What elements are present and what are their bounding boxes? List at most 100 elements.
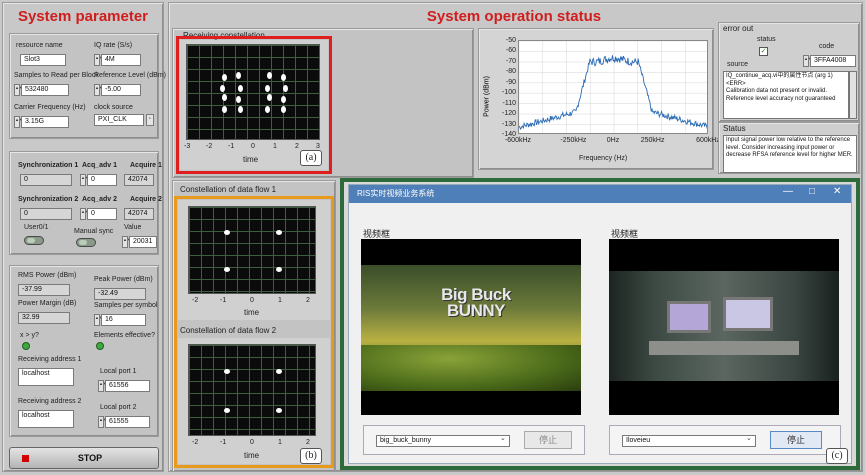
clock-select[interactable]: PXI_CLK <box>94 114 144 126</box>
acq-adv1-field[interactable]: 0 <box>87 174 117 186</box>
acq-adv1-spin[interactable]: ▲▼ <box>80 174 89 186</box>
receiving-address-1-field[interactable]: localhost <box>18 368 74 386</box>
error-code-spin[interactable]: ▲▼ <box>803 55 812 67</box>
constellation-point <box>267 71 273 79</box>
window-maximize-icon[interactable]: □ <box>809 186 815 197</box>
iq-rate-field[interactable]: 4M <box>101 54 141 66</box>
x-gt-y-label: x > y? <box>20 332 39 339</box>
status-title: Status <box>723 124 746 133</box>
constellation-point <box>280 73 286 81</box>
power-margin-label: Power Margin (dB) <box>18 300 77 307</box>
flow1-constellation-points <box>189 207 315 293</box>
flow1-plot <box>188 206 316 294</box>
flow1-title: Constellation of data flow 1 <box>180 185 277 194</box>
receiving-address-1-label: Receiving address 1 <box>18 356 82 363</box>
video-window-title: RIS实时视频业务系统 <box>357 189 435 198</box>
error-status-label: status <box>757 36 776 43</box>
samples-spin[interactable]: ▲▼ <box>14 84 23 96</box>
local-port-1-field[interactable]: 61556 <box>105 380 150 392</box>
value-label: Value <box>124 224 142 231</box>
caption-c: (c) <box>826 448 848 464</box>
video-select-2-chevron-icon[interactable]: ⌄ <box>746 434 752 442</box>
video-select-1-chevron-icon[interactable]: ⌄ <box>500 434 506 442</box>
constellation-point <box>267 94 273 102</box>
spectrum-trace <box>519 55 707 131</box>
error-source-label: source <box>727 61 749 68</box>
iq-rate-spin[interactable]: ▲▼ <box>94 54 103 66</box>
stop-label: STOP <box>77 453 103 463</box>
manual-sync-label: Manual sync <box>74 228 114 235</box>
spectrum-x-tick: 250kHz <box>640 137 665 144</box>
port1-spin[interactable]: ▲▼ <box>98 380 107 392</box>
carrier-field[interactable]: 3.15G <box>21 116 69 128</box>
stop-indicator-icon <box>22 455 29 462</box>
bunny-scene-grass <box>361 345 581 391</box>
flow1-x-tick-1: -1 <box>220 297 227 304</box>
video-stop-button-1[interactable]: 停止 <box>524 431 572 449</box>
sync1-value: 0 <box>20 174 72 186</box>
system-parameter-panel: System parameter resource name Slot3 IQ … <box>2 2 166 472</box>
receiving-address-2-label: Receiving address 2 <box>18 398 82 405</box>
local-port-2-field[interactable]: 61555 <box>105 416 150 428</box>
manual-sync-toggle[interactable] <box>76 238 96 247</box>
samples-field[interactable]: 532480 <box>21 84 69 96</box>
peak-power-label: Peak Power (dBm) <box>94 276 153 283</box>
bunny-scene: Big Buck BUNNY <box>361 265 581 391</box>
receiving-address-2-field[interactable]: localhost <box>18 410 74 428</box>
port2-spin[interactable]: ▲▼ <box>98 416 107 428</box>
bunny-title-logo: Big Buck BUNNY <box>441 285 511 320</box>
rms-power-label: RMS Power (dBm) <box>18 272 77 279</box>
acq-adv2-spin[interactable]: ▲▼ <box>80 208 89 220</box>
ref-level-field[interactable]: -5.00 <box>101 84 141 96</box>
constellation-point <box>280 95 286 103</box>
stop-button[interactable]: STOP <box>9 447 159 469</box>
constellation-point <box>222 105 228 113</box>
samples-per-symbol-field[interactable]: 16 <box>101 314 146 326</box>
clock-dropdown-icon[interactable]: ▫ <box>146 114 154 126</box>
sps-spin[interactable]: ▲▼ <box>94 314 103 326</box>
spectrum-x-tick: -600kHz <box>504 137 532 144</box>
video-controls-2: Iloveieu ⌄ 停止 <box>609 425 841 455</box>
constellation-point <box>275 267 282 273</box>
user-label: User0/1 <box>24 224 49 231</box>
resource-name-label: resource name <box>16 42 63 49</box>
error-source-text: IQ_continue_acq.vi中的属性节点 (arg 1) <ERR> C… <box>723 71 849 119</box>
error-source-scrollbar[interactable] <box>849 71 857 119</box>
acq-adv2-field[interactable]: 0 <box>87 208 117 220</box>
power-network-group: RMS Power (dBm) -37.99 Peak Power (dBm) … <box>9 265 159 437</box>
value-field[interactable]: 20031 <box>129 236 157 248</box>
constellation-point <box>238 105 244 113</box>
rx-x-tick-4: 1 <box>273 143 277 150</box>
spectrum-y-tick: -50 <box>505 37 516 44</box>
status-text: Input signal power low relative to the r… <box>723 135 857 173</box>
constellation-point <box>280 105 286 113</box>
flow2-constellation-points <box>189 345 315 435</box>
ref-level-spin[interactable]: ▲▼ <box>94 84 103 96</box>
spectrum-xlabel: Frequency (Hz) <box>579 155 628 162</box>
error-status-checkbox[interactable]: ✓ <box>759 47 768 56</box>
rx-x-tick-6: 3 <box>316 143 320 150</box>
window-minimize-icon[interactable]: — <box>783 186 793 197</box>
peak-power-value: -32.49 <box>94 288 146 300</box>
monitor-left <box>667 301 711 333</box>
rms-power-value: -37.99 <box>18 284 70 296</box>
rx-x-tick-0: -3 <box>184 143 191 150</box>
carrier-spin[interactable]: ▲▼ <box>14 116 23 128</box>
local-port-1-label: Local port 1 <box>100 368 137 375</box>
rx-constellation-plot <box>186 44 320 140</box>
system-parameter-title: System parameter <box>17 8 149 25</box>
constellation-point <box>220 84 226 92</box>
iq-rate-label: IQ rate (S/s) <box>94 42 133 49</box>
value-spin[interactable]: ▲▼ <box>122 236 131 248</box>
error-code-field[interactable]: 3FFA4008 <box>810 55 856 67</box>
video-stop-button-2[interactable]: 停止 <box>770 431 822 449</box>
resource-name-field[interactable]: Slot3 <box>20 54 66 66</box>
spectrum-chart <box>518 40 708 134</box>
acquire1-value: 42074 <box>124 174 154 186</box>
window-close-icon[interactable]: ✕ <box>833 186 841 197</box>
user-toggle[interactable] <box>24 236 44 245</box>
samples-label: Samples to Read per Block <box>14 72 99 79</box>
sync-group: Synchronization 1 0 Acq_adv 1 ▲▼ 0 Acqui… <box>9 151 162 255</box>
video-select-1[interactable]: big_buck_bunny <box>376 435 510 447</box>
video-select-2[interactable]: Iloveieu <box>622 435 756 447</box>
